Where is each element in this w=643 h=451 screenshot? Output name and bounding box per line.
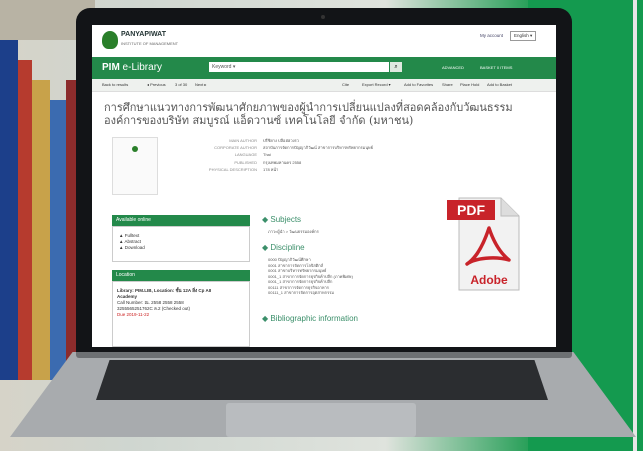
record-toolbar: Back to results ◂ Previous 3 of 30 Next … — [92, 79, 556, 92]
advanced-search-link[interactable]: ADVANCED — [442, 65, 464, 70]
meta-row: PHYSICAL DESCRIPTION 178 หน้า — [208, 166, 279, 172]
available-online-panel: ▲ Fulltext ▲ Abstract ▲ Download — [112, 226, 250, 262]
location-panel: Library: PIM.LIB, Location: ชั้น 12A สิ่… — [112, 281, 250, 347]
record-title: การศึกษาแนวทางการพัฒนาศักยภาพของผู้นำการ… — [104, 101, 513, 127]
basket-link[interactable]: BASKET 0 ITEMS — [480, 65, 512, 70]
library-title: PIM e-Library — [102, 62, 163, 73]
record-metadata: MAIN AUTHOR ปรีชิยาง ปลีอฮ่ฮวงรว CORPORAT… — [202, 137, 373, 173]
record-count: 3 of 30 — [175, 82, 188, 87]
pdf-label: PDF — [457, 202, 485, 218]
brand-subtitle: INSTITUTE OF MANAGEMENT — [121, 41, 179, 46]
meta-row: MAIN AUTHOR ปรีชิยาง ปลีอฮ่ฮวงรว — [229, 138, 299, 143]
download-link[interactable]: ▲ Download — [119, 245, 249, 251]
site-header: PANYAPIWAT INSTITUTE OF MANAGEMENT My ac… — [92, 25, 556, 57]
share-link[interactable]: Share — [442, 82, 453, 87]
search-input[interactable]: Keyword ▾ — [209, 62, 389, 72]
bibliographic-heading: ◆ Bibliographic information — [262, 314, 358, 323]
add-to-basket-link[interactable]: Add to Basket — [487, 82, 512, 87]
meta-row: PUBLISHED กรุงเทพมหานคร 2558 — [234, 159, 302, 165]
laptop-keyboard — [96, 360, 548, 400]
previous-link[interactable]: ◂ Previous — [147, 82, 166, 87]
laptop-lid: PANYAPIWAT INSTITUTE OF MANAGEMENT My ac… — [76, 8, 572, 356]
my-account-link[interactable]: My account — [480, 33, 503, 38]
brand-name: PANYAPIWAT — [121, 31, 166, 38]
meta-row: CORPORATE AUTHOR สถาบันการจัดการปัญญาภิวั… — [214, 145, 374, 151]
next-link[interactable]: Next ▸ — [195, 82, 206, 87]
discipline-heading: ◆ Discipline — [262, 243, 305, 252]
divider — [633, 0, 637, 451]
language-select[interactable]: English ▾ — [510, 31, 537, 41]
subjects-heading: ◆ Subjects — [262, 215, 302, 224]
list-item[interactable]: 00111_1 สาขาการจัดการอุตสาหกรรม — [268, 290, 353, 296]
back-to-results-link[interactable]: Back to results — [102, 82, 128, 87]
search-button[interactable]: ⌕ — [390, 62, 402, 72]
discipline-list: 0000 ปัญญาภิวัฒน์ศึกษา 0001 สาขาการจัดกา… — [268, 257, 353, 296]
subject-item[interactable]: ภาวะผู้นำ > วัฒนธรรมองค์กร — [268, 229, 319, 235]
available-online-header: Available online — [112, 215, 250, 226]
location-header: Location — [112, 270, 250, 281]
pdf-icon: PDF Adobe — [447, 197, 520, 291]
cover-thumbnail — [112, 137, 158, 195]
meta-row: LANGUAGE Thai — [234, 152, 271, 158]
export-record-link[interactable]: Export Record ▾ — [362, 82, 391, 87]
laptop-hinge — [76, 352, 572, 358]
nav-bar: PIM e-Library Keyword ▾ ⌕ ADVANCED BASKE… — [92, 57, 556, 79]
due-date: Due 2019-11-22 — [117, 312, 150, 317]
webcam — [321, 15, 325, 19]
screen: PANYAPIWAT INSTITUTE OF MANAGEMENT My ac… — [92, 25, 556, 347]
cite-link[interactable]: Cite — [342, 82, 349, 87]
logo-icon — [102, 31, 118, 49]
add-to-favorites-link[interactable]: Add to Favorites — [404, 82, 433, 87]
adobe-label: Adobe — [470, 273, 508, 287]
laptop-trackpad — [226, 403, 416, 437]
place-hold-link[interactable]: Place Hold — [460, 82, 479, 87]
